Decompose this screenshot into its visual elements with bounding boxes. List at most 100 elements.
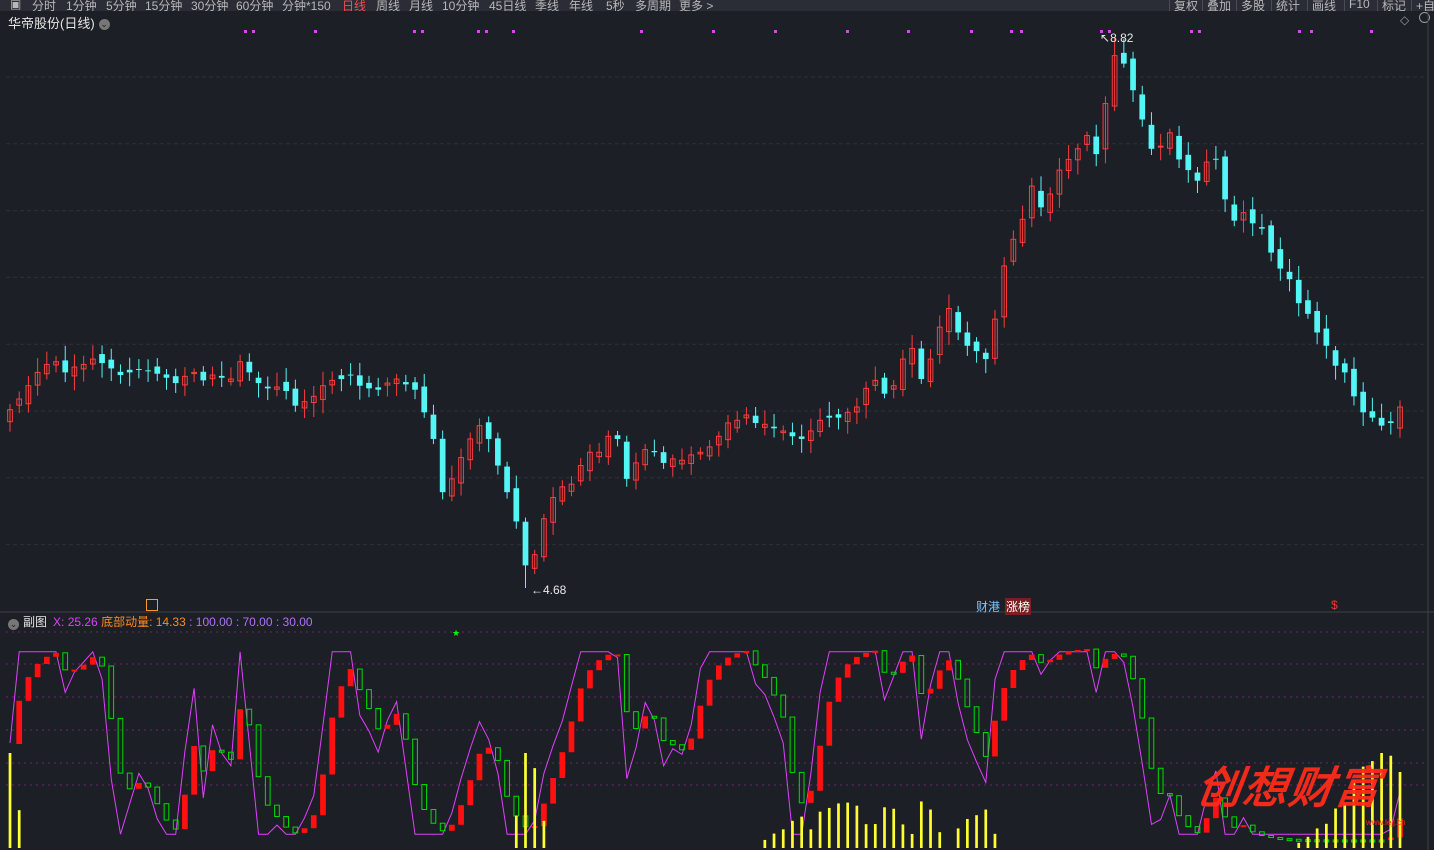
momentum-block xyxy=(854,656,860,665)
momentum-block xyxy=(310,815,317,829)
candle-body xyxy=(283,381,290,392)
sub-chart-name: 副图 xyxy=(23,615,48,629)
dollar-icon[interactable]: $ xyxy=(1331,598,1338,612)
momentum-block xyxy=(1111,653,1118,659)
high-price-label: ↖8.82 xyxy=(1100,31,1134,45)
signal-dot xyxy=(1010,30,1013,33)
candle-body xyxy=(1148,124,1155,149)
candle-body xyxy=(614,435,621,439)
momentum-block xyxy=(504,759,510,797)
candle-body xyxy=(136,369,142,371)
candle-body xyxy=(1259,227,1265,229)
sub-chart-header: ⌄ 副图 X: 25.26 底部动量: 14.33 : 100.00 : 70.00… xyxy=(8,613,313,630)
momentum-block xyxy=(761,664,768,678)
momentum-block xyxy=(1268,835,1274,839)
momentum-block xyxy=(1130,655,1136,680)
momentum-block xyxy=(347,669,354,687)
zhangbang-badge[interactable]: 涨榜 xyxy=(1005,598,1032,615)
momentum-block xyxy=(228,751,234,760)
signal-dot xyxy=(907,30,910,33)
candle-body xyxy=(347,374,354,376)
candle-body xyxy=(964,332,971,346)
candle-body xyxy=(973,341,980,352)
candle-body xyxy=(1139,94,1146,120)
candle-body xyxy=(1295,279,1302,304)
momentum-block xyxy=(669,739,676,746)
momentum-block xyxy=(200,745,207,772)
candle-body xyxy=(1176,135,1182,160)
candle-body xyxy=(495,438,501,466)
momentum-block xyxy=(550,778,556,804)
candle-body xyxy=(163,374,170,378)
candle-body xyxy=(522,521,529,566)
momentum-block xyxy=(918,655,925,695)
momentum-block xyxy=(108,665,115,719)
signal-dot xyxy=(413,30,416,33)
momentum-block xyxy=(89,657,96,665)
momentum-block xyxy=(1185,815,1192,828)
momentum-block xyxy=(264,776,271,806)
momentum-block xyxy=(1065,651,1072,655)
candle-body xyxy=(439,438,446,493)
candle-body xyxy=(1314,310,1321,333)
signal-dot xyxy=(512,30,515,33)
candle-body xyxy=(1341,363,1348,373)
caigang-badge[interactable]: 财港 xyxy=(976,598,1000,615)
signal-dot xyxy=(421,30,424,33)
candle-body xyxy=(1369,411,1376,418)
signal-dot xyxy=(1310,30,1313,33)
candle-body xyxy=(356,375,363,386)
candle-body xyxy=(200,371,207,381)
momentum-block xyxy=(1093,648,1100,669)
momentum-block xyxy=(1120,653,1127,657)
momentum-block xyxy=(163,803,170,821)
signal-dot xyxy=(244,30,247,33)
candle-body xyxy=(1305,300,1311,314)
momentum-block xyxy=(577,688,584,722)
momentum-block xyxy=(568,721,575,753)
candle-body xyxy=(292,388,299,406)
momentum-block xyxy=(1157,767,1164,795)
momentum-block xyxy=(881,650,888,673)
momentum-block xyxy=(53,652,59,657)
momentum-block xyxy=(789,716,796,773)
momentum-block xyxy=(1203,818,1210,833)
momentum-block xyxy=(191,745,197,795)
momentum-block xyxy=(182,794,188,830)
momentum-block xyxy=(467,780,474,806)
momentum-block xyxy=(706,679,713,706)
bottom-signal-icon[interactable] xyxy=(146,599,158,611)
momentum-block xyxy=(117,717,124,774)
candle-body xyxy=(1387,421,1394,423)
momentum-block xyxy=(743,650,750,654)
momentum-block xyxy=(1019,660,1026,670)
candle-body xyxy=(99,354,105,364)
momentum-block xyxy=(982,732,989,757)
candle-body xyxy=(1231,204,1238,221)
momentum-block xyxy=(1176,795,1182,817)
momentum-block xyxy=(596,660,602,671)
signal-dot xyxy=(970,30,973,33)
momentum-block xyxy=(688,738,695,750)
signal-dot xyxy=(477,30,480,33)
candle-body xyxy=(108,359,115,369)
momentum-block xyxy=(80,664,87,670)
momentum-block xyxy=(237,709,243,760)
candle-body xyxy=(1130,58,1136,91)
momentum-block xyxy=(587,670,593,689)
momentum-block xyxy=(1084,649,1090,652)
signal-dot xyxy=(1020,30,1023,33)
momentum-block xyxy=(633,711,639,729)
momentum-block xyxy=(1010,669,1017,688)
momentum-block xyxy=(136,783,142,789)
momentum-block xyxy=(356,668,363,691)
candle-body xyxy=(366,382,372,389)
chevron-down-icon[interactable]: ⌄ xyxy=(8,619,19,630)
momentum-block xyxy=(301,828,308,833)
candle-body xyxy=(1249,209,1256,224)
watermark-logo: 创想财富 xyxy=(1193,763,1385,814)
candle-body xyxy=(412,382,418,390)
candle-body xyxy=(218,375,225,378)
momentum-block xyxy=(1047,659,1054,663)
momentum-block xyxy=(1148,717,1155,769)
